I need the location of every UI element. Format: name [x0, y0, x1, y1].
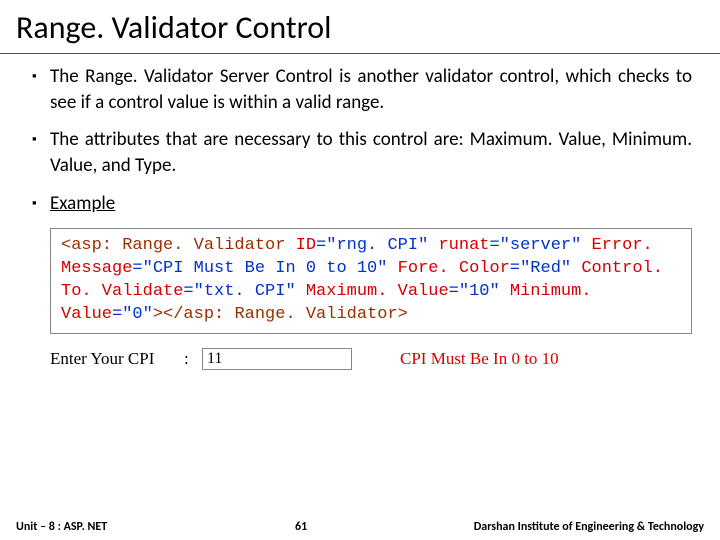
- footer-institute: Darshan Institute of Engineering & Techn…: [474, 520, 704, 534]
- code-attr-runat: runat: [438, 236, 489, 255]
- footer-page-number: 61: [255, 520, 465, 534]
- code-tag-open: <asp: Range. Validator: [61, 236, 296, 255]
- bullet-text: The attributes that are necessary to thi…: [50, 127, 692, 178]
- cpi-input[interactable]: [202, 348, 352, 370]
- code-val-min: ="0": [112, 305, 153, 324]
- code-val-id: ="rng. CPI": [316, 236, 428, 255]
- slide-title: Range. Validator Control: [0, 0, 720, 53]
- bullet-text: The Range. Validator Server Control is a…: [50, 64, 692, 115]
- validation-error-text: CPI Must Be In 0 to 10: [400, 349, 559, 369]
- code-val-max: ="10": [449, 282, 500, 301]
- slide-footer: Unit – 8 : ASP. NET 61 Darshan Institute…: [0, 520, 720, 534]
- example-label: Example: [50, 191, 692, 217]
- demo-row: Enter Your CPI : CPI Must Be In 0 to 10: [50, 348, 692, 370]
- code-val-controltovalidate: ="txt. CPI": [183, 282, 295, 301]
- code-example-box: <asp: Range. Validator ID="rng. CPI" run…: [50, 228, 692, 334]
- code-attr-forecolor: Fore. Color: [398, 259, 510, 278]
- code-tag-close: ></asp: Range. Validator>: [153, 305, 408, 324]
- title-divider: [0, 53, 720, 54]
- code-val-error: ="CPI Must Be In 0 to 10": [132, 259, 387, 278]
- code-val-runat: ="server": [489, 236, 581, 255]
- bullet-marker: ▪: [32, 64, 50, 89]
- bullet-2: ▪ The attributes that are necessary to t…: [32, 127, 692, 178]
- bullet-1: ▪ The Range. Validator Server Control is…: [32, 64, 692, 115]
- bullet-3: ▪ Example: [32, 191, 692, 217]
- footer-unit: Unit – 8 : ASP. NET: [16, 520, 107, 534]
- bullet-marker: ▪: [32, 191, 50, 216]
- code-val-forecolor: ="Red": [510, 259, 571, 278]
- demo-input-label: Enter Your CPI: [50, 349, 176, 369]
- code-attr-max: Maximum. Value: [306, 282, 449, 301]
- code-attr-id: ID: [296, 236, 316, 255]
- content-area: ▪ The Range. Validator Server Control is…: [0, 64, 720, 370]
- demo-colon: :: [184, 349, 194, 369]
- bullet-marker: ▪: [32, 127, 50, 152]
